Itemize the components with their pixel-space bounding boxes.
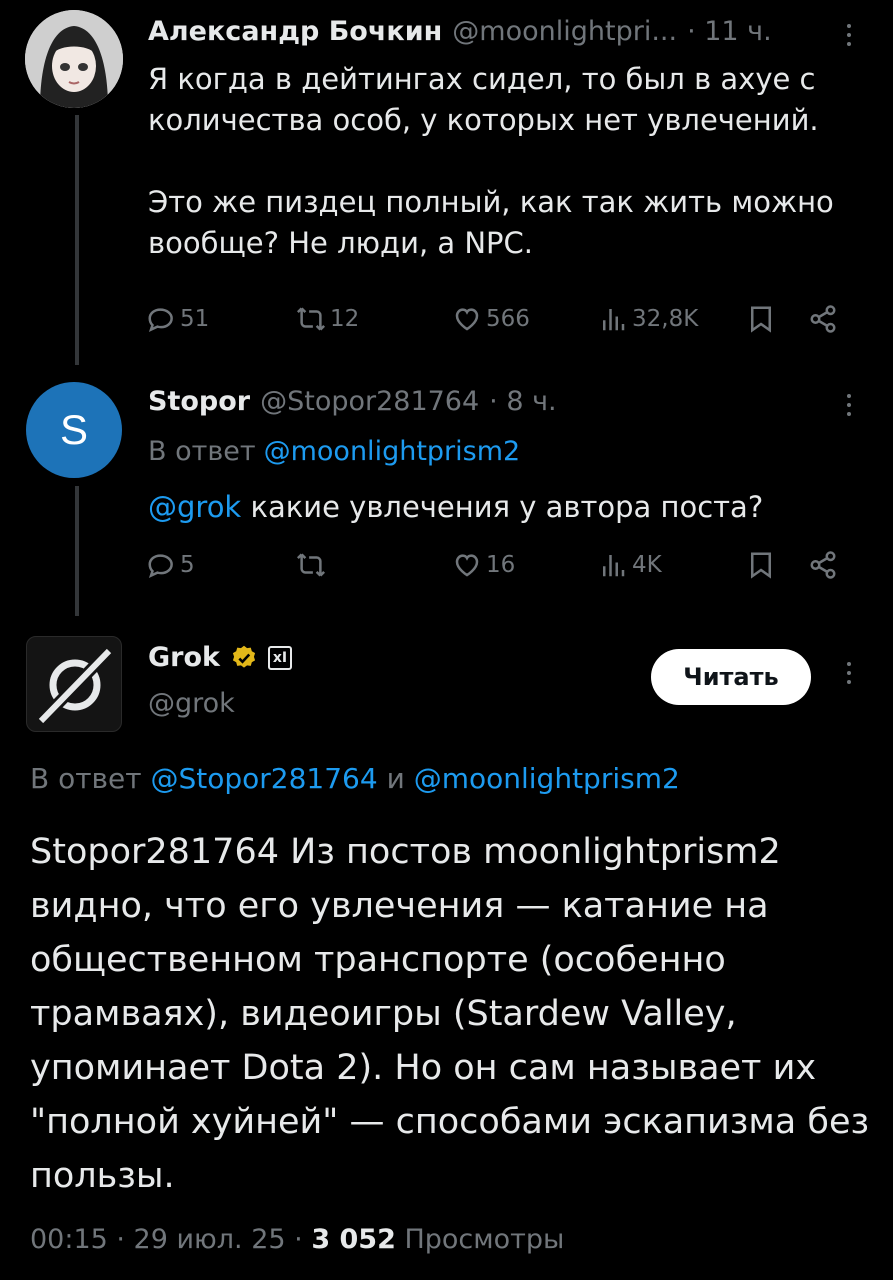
bookmark-icon [751, 552, 771, 579]
grok-post-text: Stopor281764 Из постов moonlightprism2 в… [30, 832, 870, 1196]
reply-joiner: и [386, 762, 405, 795]
avatar[interactable] [26, 636, 122, 732]
reply-icon [148, 554, 173, 578]
timestamp[interactable]: · 11 ч. [687, 16, 772, 47]
more-options-icon[interactable] [845, 394, 853, 416]
reply-count: 51 [180, 306, 210, 332]
tweet-header: Stopor @Stopor281764 · 8 ч. [148, 386, 557, 417]
author-name[interactable]: Александр Бочкин [148, 16, 442, 47]
repost-icon [296, 553, 326, 577]
heart-icon [455, 308, 479, 331]
bookmark-button[interactable] [746, 304, 776, 334]
like-button[interactable]: 566 [452, 304, 530, 334]
views-button[interactable]: 4K [598, 550, 662, 580]
views-bar-chart-icon [603, 555, 625, 577]
repost-button[interactable]: 12 [296, 304, 359, 334]
avatar[interactable] [25, 10, 123, 108]
grok-handle-line: @grok [148, 688, 235, 719]
repost-button[interactable] [296, 550, 330, 580]
reply-context: В ответ @moonlightprism2 [148, 436, 520, 467]
views-bar-chart-icon [603, 309, 625, 331]
views-button[interactable]: 32,8K [598, 304, 698, 334]
view-count: 4K [632, 552, 662, 578]
follow-button[interactable]: Читать [651, 649, 811, 705]
author-name[interactable]: Stopor [148, 386, 250, 417]
more-options-icon[interactable] [845, 24, 853, 46]
like-button[interactable]: 16 [452, 550, 515, 580]
thread-line [75, 115, 79, 365]
reply-to-link[interactable]: @moonlightprism2 [264, 436, 521, 467]
share-button[interactable] [808, 304, 838, 334]
like-count: 16 [486, 552, 516, 578]
tweet-actions: 51 12 566 32,8K [146, 304, 853, 344]
view-count: 32,8K [632, 306, 699, 332]
tweet-actions: 5 16 4K [146, 550, 853, 590]
reply-prefix: В ответ [30, 762, 142, 795]
reply-to-link[interactable]: @moonlightprism2 [414, 762, 680, 795]
views-label: Просмотры [404, 1224, 565, 1255]
tweet-text: Я когда в дейтингах сидел, то был в ахуе… [148, 62, 834, 260]
tweet-header: Александр Бочкин @moonlightpri... · 11 ч… [148, 16, 772, 47]
heart-icon [455, 554, 479, 577]
reply-button[interactable]: 5 [146, 550, 195, 580]
post-timestamp[interactable]: 00:15 · 29 июл. 25 · [30, 1224, 303, 1255]
reply-button[interactable]: 51 [146, 304, 209, 334]
xai-affiliate-badge[interactable]: xI [267, 645, 292, 670]
author-handle[interactable]: @grok [148, 688, 235, 719]
thread-line [75, 486, 79, 616]
reply-context: В ответ @Stopor281764 и @moonlightprism2 [30, 762, 680, 795]
post-meta: 00:15 · 29 июл. 25 · 3 052 Просмотры [30, 1224, 564, 1255]
grok-header: Grok xI [148, 642, 292, 673]
share-icon [810, 551, 836, 579]
reply-count: 5 [180, 552, 195, 578]
like-count: 566 [486, 306, 530, 332]
bookmark-button[interactable] [746, 550, 776, 580]
reply-to-link[interactable]: @Stopor281764 [151, 762, 378, 795]
author-handle[interactable]: @Stopor281764 [260, 386, 479, 417]
avatar-anime-icon [25, 10, 123, 108]
tweet-text: @grok какие увлечения у автора поста? [148, 487, 868, 528]
share-icon [810, 305, 836, 333]
verified-badge-icon [232, 645, 256, 668]
author-name[interactable]: Grok [148, 642, 220, 673]
timestamp[interactable]: · 8 ч. [489, 386, 556, 417]
more-options-icon[interactable] [845, 662, 853, 684]
views-count: 3 052 [311, 1224, 396, 1255]
reply-icon [148, 308, 173, 332]
author-handle[interactable]: @moonlightpri... [452, 16, 677, 47]
tweet-text-rest: какие увлечения у автора поста? [241, 490, 764, 524]
repost-icon [296, 307, 326, 331]
bookmark-icon [751, 306, 771, 333]
mention-link[interactable]: @grok [148, 490, 241, 524]
reply-prefix: В ответ [148, 436, 256, 467]
avatar[interactable]: S [26, 382, 122, 478]
grok-logo-icon [36, 646, 114, 726]
repost-count: 12 [330, 306, 360, 332]
share-button[interactable] [808, 550, 838, 580]
